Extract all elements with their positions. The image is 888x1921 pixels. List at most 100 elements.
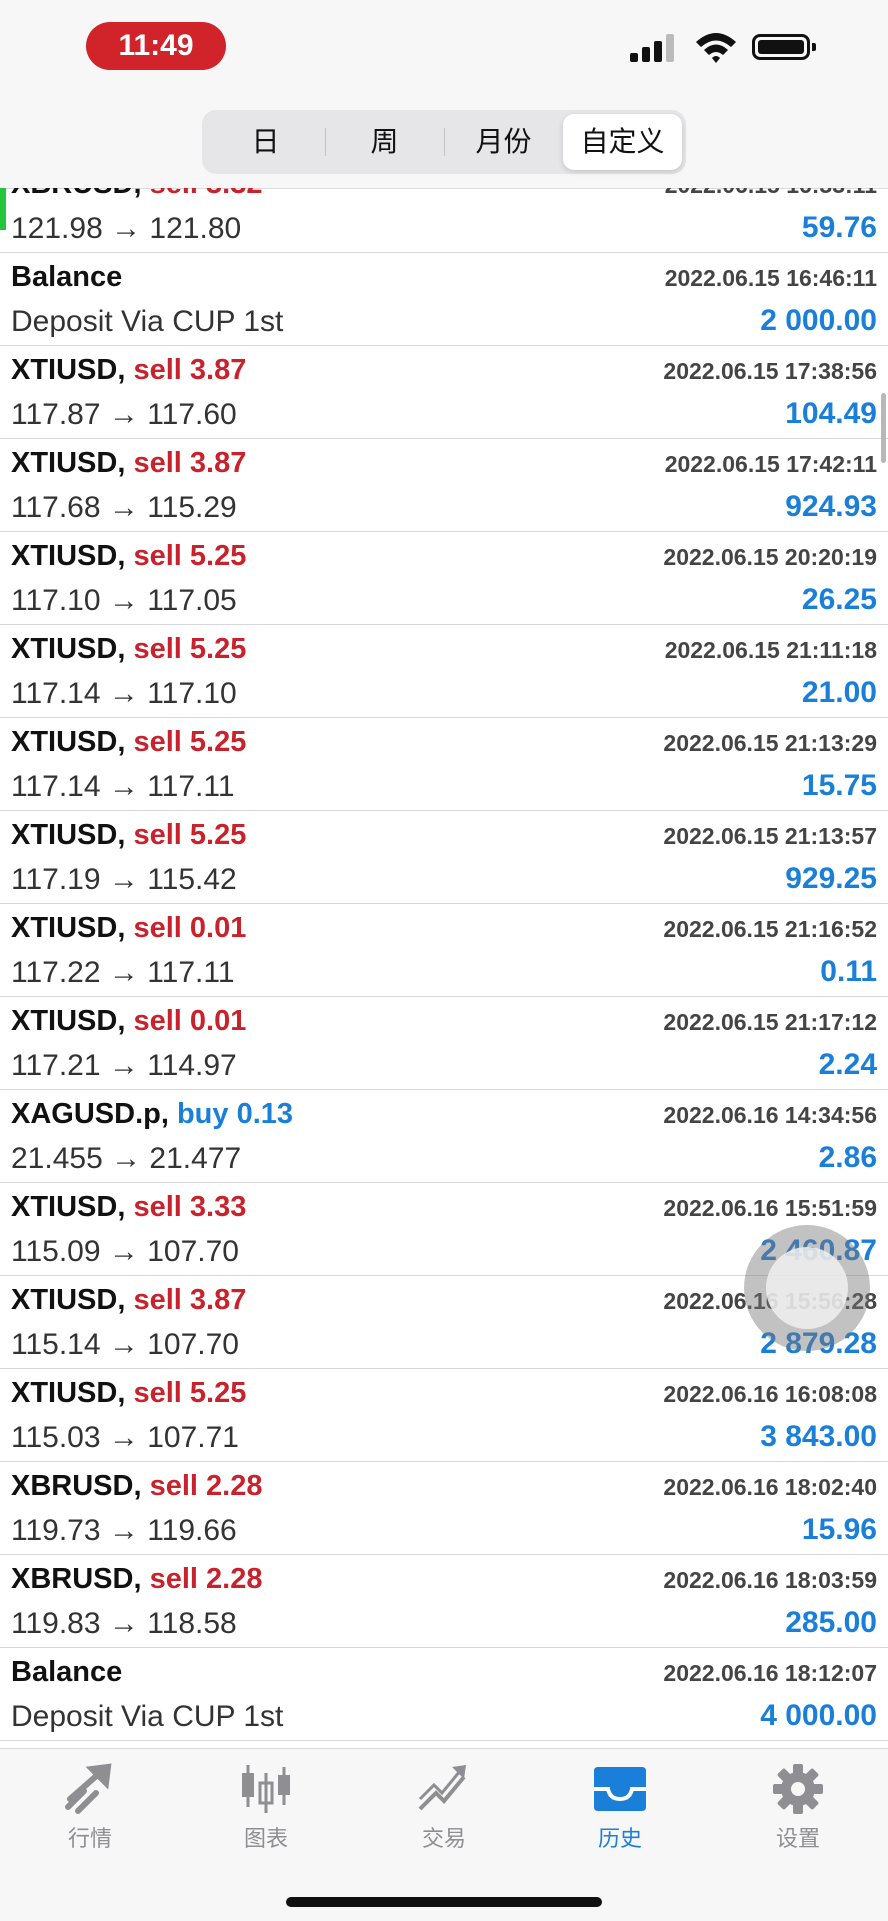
deal-volume: 5.25 xyxy=(189,1377,247,1409)
assistive-touch-button[interactable] xyxy=(744,1225,870,1351)
deal-volume: 2.28 xyxy=(206,1470,263,1502)
deal-title: XBRUSD, sell 3.32 xyxy=(11,188,262,201)
deal-row[interactable]: XTIUSD, sell 0.01 117.22 → 117.11 2022.06.… xyxy=(0,904,888,997)
deal-profit: 2.24 xyxy=(818,1048,877,1081)
deal-prices: Deposit Via CUP 1st xyxy=(11,1700,284,1733)
tab-history-label: 历史 xyxy=(597,1827,642,1852)
deal-symbol: XBRUSD, xyxy=(11,188,142,200)
tab-settings[interactable]: 设置 xyxy=(728,1763,868,1863)
deal-prices: 117.21 → 114.97 xyxy=(11,1049,237,1082)
deal-row[interactable]: XAGUSD.p, buy 0.13 21.455 → 21.477 2022.06… xyxy=(0,1090,888,1183)
deal-side: sell xyxy=(133,726,182,758)
deal-volume: 3.87 xyxy=(189,1284,247,1316)
deal-prices: 117.68 → 115.29 xyxy=(11,491,237,524)
deal-prices: 119.73 → 119.66 xyxy=(11,1514,237,1547)
deal-profit: 3 843.00 xyxy=(760,1420,877,1453)
deal-prices: 117.87 → 117.60 xyxy=(11,398,237,431)
deal-title: XTIUSD, sell 3.87 xyxy=(11,354,246,387)
deal-title: XTIUSD, sell 0.01 xyxy=(11,912,246,945)
deal-row[interactable]: XTIUSD, sell 3.87 117.87 → 117.60 2022.06.… xyxy=(0,346,888,439)
tab-history[interactable]: 历史 xyxy=(550,1763,690,1863)
deal-side: buy xyxy=(176,1098,229,1130)
deal-title: XTIUSD, sell 5.25 xyxy=(11,726,246,759)
deal-title: XTIUSD, sell 3.33 xyxy=(11,1191,246,1224)
tab-trade[interactable]: 交易 xyxy=(374,1763,514,1863)
chart-icon xyxy=(242,1765,290,1813)
period-segmented-control: 日 周 月份 自定义 xyxy=(202,110,686,174)
deal-side: sell xyxy=(133,1284,182,1316)
deal-datetime: 2022.06.16 15:51:59 xyxy=(663,1195,877,1221)
deal-side: sell xyxy=(133,1377,182,1409)
deal-prices: 115.03 → 107.71 xyxy=(11,1421,239,1454)
deal-datetime: 2022.06.15 16:33:11 xyxy=(665,188,877,199)
period-week[interactable]: 周 xyxy=(325,114,444,170)
deal-side: sell xyxy=(133,1191,182,1223)
deal-row[interactable]: XBRUSD, sell 2.28 119.73 → 119.66 2022.06.… xyxy=(0,1462,888,1555)
deal-side: sell xyxy=(150,188,198,200)
deal-row[interactable]: XBRUSD, sell 2.28 119.83 → 118.58 2022.06.… xyxy=(0,1555,888,1648)
deal-datetime: 2022.06.15 16:46:11 xyxy=(664,265,877,291)
deal-prices: 21.455 → 21.477 xyxy=(11,1142,242,1175)
deal-side: sell xyxy=(133,819,182,851)
deal-volume: 3.33 xyxy=(189,1191,247,1223)
deal-row[interactable]: XTIUSD, sell 3.87 117.68 → 115.29 2022.06.… xyxy=(0,439,888,532)
deal-row[interactable]: XTIUSD, sell 5.25 115.03 → 107.71 2022.06.… xyxy=(0,1369,888,1462)
deal-profit: 929.25 xyxy=(785,862,877,895)
deal-datetime: 2022.06.15 17:38:56 xyxy=(663,358,877,384)
deal-symbol: Balance xyxy=(11,1656,123,1688)
deal-title: XTIUSD, sell 5.25 xyxy=(11,1377,246,1410)
status-bar: 11:49 xyxy=(0,0,888,96)
tab-settings-label: 设置 xyxy=(775,1827,820,1852)
deal-row[interactable]: XTIUSD, sell 5.25 117.19 → 115.42 2022.06.… xyxy=(0,811,888,904)
bottom-tab-bar: 行情 图表 交易 历史 设置 xyxy=(0,1748,888,1921)
tab-chart[interactable]: 图表 xyxy=(196,1763,336,1863)
deal-side: sell xyxy=(133,540,182,572)
deal-datetime: 2022.06.15 21:13:29 xyxy=(663,730,877,756)
deal-side: sell xyxy=(133,633,182,665)
deal-prices: 115.09 → 107.70 xyxy=(11,1235,239,1268)
deal-profit: 924.93 xyxy=(785,490,877,523)
deal-title: Balance xyxy=(11,1656,122,1689)
deal-symbol: XTIUSD, xyxy=(11,1284,126,1316)
deal-title: XTIUSD, sell 5.25 xyxy=(11,540,246,573)
deal-title: XBRUSD, sell 2.28 xyxy=(11,1563,262,1596)
deal-volume: 0.01 xyxy=(189,1005,247,1037)
deal-symbol: Balance xyxy=(11,261,123,293)
scrollbar[interactable] xyxy=(881,393,886,463)
deal-row[interactable]: Balance Deposit Via CUP 1st 2022.06.16 18:… xyxy=(0,1648,888,1741)
tab-quotes[interactable]: 行情 xyxy=(20,1763,160,1863)
history-list[interactable]: XBRUSD, sell 3.32 121.98 → 121.80 2022.06.… xyxy=(0,188,888,1748)
deal-row[interactable]: XTIUSD, sell 5.25 117.14 → 117.11 2022.06.… xyxy=(0,718,888,811)
deal-prices: 117.14 → 117.11 xyxy=(11,770,235,803)
deal-profit: 4 000.00 xyxy=(760,1699,877,1732)
period-header: 日 周 月份 自定义 xyxy=(0,96,888,189)
deal-row[interactable]: XTIUSD, sell 5.25 117.14 → 117.10 2022.06.… xyxy=(0,625,888,718)
deal-datetime: 2022.06.15 20:20:19 xyxy=(663,544,877,570)
deal-row[interactable]: XTIUSD, sell 5.25 117.10 → 117.05 2022.06.… xyxy=(0,532,888,625)
period-month[interactable]: 月份 xyxy=(444,114,563,170)
wifi-icon xyxy=(696,33,736,63)
period-day[interactable]: 日 xyxy=(206,114,325,170)
deal-symbol: XTIUSD, xyxy=(11,1377,126,1409)
tab-trade-label: 交易 xyxy=(421,1827,466,1852)
deal-row[interactable]: XBRUSD, sell 3.32 121.98 → 121.80 2022.06.… xyxy=(0,188,888,253)
deal-datetime: 2022.06.16 18:02:40 xyxy=(663,1474,877,1500)
deal-volume: 5.25 xyxy=(189,819,247,851)
gear-icon xyxy=(773,1764,823,1814)
deal-row[interactable]: Balance Deposit Via CUP 1st 2022.06.15 16:… xyxy=(0,253,888,346)
deal-title: XTIUSD, sell 5.25 xyxy=(11,819,246,852)
deal-symbol: XTIUSD, xyxy=(11,1005,126,1037)
deal-volume: 3.32 xyxy=(206,188,262,200)
deal-row[interactable]: XTIUSD, sell 0.01 117.21 → 114.97 2022.06.… xyxy=(0,997,888,1090)
deal-symbol: XBRUSD, xyxy=(11,1470,142,1502)
deal-prices: 117.22 → 117.11 xyxy=(11,956,235,989)
deal-prices: 121.98 → 121.80 xyxy=(11,212,242,245)
deal-side: sell xyxy=(133,912,182,944)
deal-datetime: 2022.06.16 14:34:56 xyxy=(663,1102,877,1128)
deal-title: XBRUSD, sell 2.28 xyxy=(11,1470,262,1503)
deal-profit: 0.11 xyxy=(820,955,877,988)
deal-volume: 3.87 xyxy=(189,447,247,479)
deal-profit: 2.86 xyxy=(818,1141,877,1174)
deal-datetime: 2022.06.15 21:11:18 xyxy=(664,637,877,663)
period-custom[interactable]: 自定义 xyxy=(563,114,682,170)
